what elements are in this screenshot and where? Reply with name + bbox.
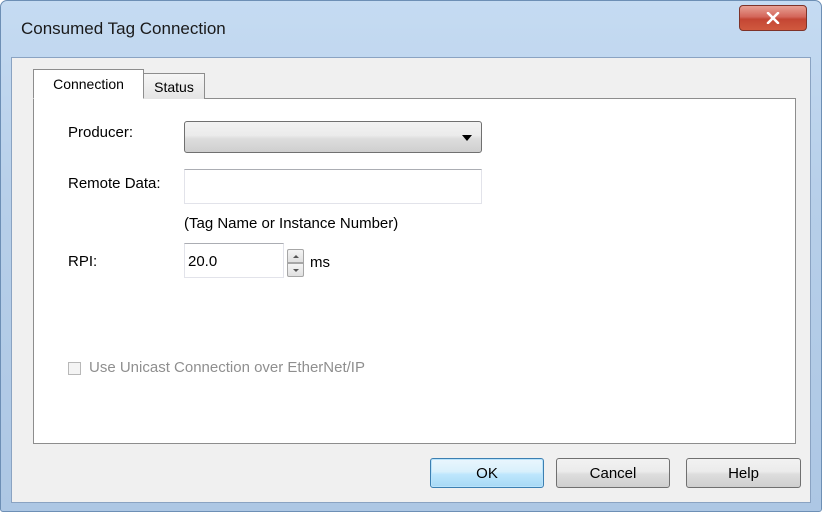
tab-connection[interactable]: Connection (33, 69, 144, 99)
remote-data-label: Remote Data: (68, 175, 161, 192)
ok-button[interactable]: OK (430, 458, 544, 488)
rpi-spin-up-button[interactable] (287, 249, 304, 263)
rpi-spin-down-button[interactable] (287, 263, 304, 277)
rpi-spinner[interactable] (287, 249, 304, 277)
producer-dropdown[interactable] (184, 121, 482, 153)
close-icon (766, 12, 780, 24)
remote-data-hint: (Tag Name or Instance Number) (184, 215, 399, 232)
rpi-input[interactable] (184, 243, 284, 278)
dialog-window: Consumed Tag Connection Connection Statu… (0, 0, 822, 512)
tab-status[interactable]: Status (144, 73, 205, 99)
tab-status-label: Status (154, 78, 194, 95)
unicast-label: Use Unicast Connection over EtherNet/IP (89, 359, 365, 376)
rpi-unit: ms (310, 254, 330, 271)
help-button[interactable]: Help (686, 458, 801, 488)
rpi-label: RPI: (68, 253, 98, 270)
arrow-up-icon (292, 254, 299, 258)
dialog-client-area: Connection Status Producer: Remote Data:… (11, 57, 811, 503)
title-bar[interactable]: Consumed Tag Connection (1, 1, 821, 57)
tab-connection-label: Connection (53, 76, 124, 92)
chevron-down-icon (462, 135, 472, 141)
window-title: Consumed Tag Connection (21, 19, 226, 38)
unicast-checkbox[interactable] (68, 362, 81, 375)
arrow-down-icon (292, 268, 299, 272)
producer-label: Producer: (68, 124, 134, 141)
remote-data-input[interactable] (184, 169, 482, 204)
cancel-button[interactable]: Cancel (556, 458, 670, 488)
connection-tab-panel: Producer: Remote Data: (Tag Name or Inst… (33, 98, 796, 444)
close-button[interactable] (739, 5, 807, 31)
